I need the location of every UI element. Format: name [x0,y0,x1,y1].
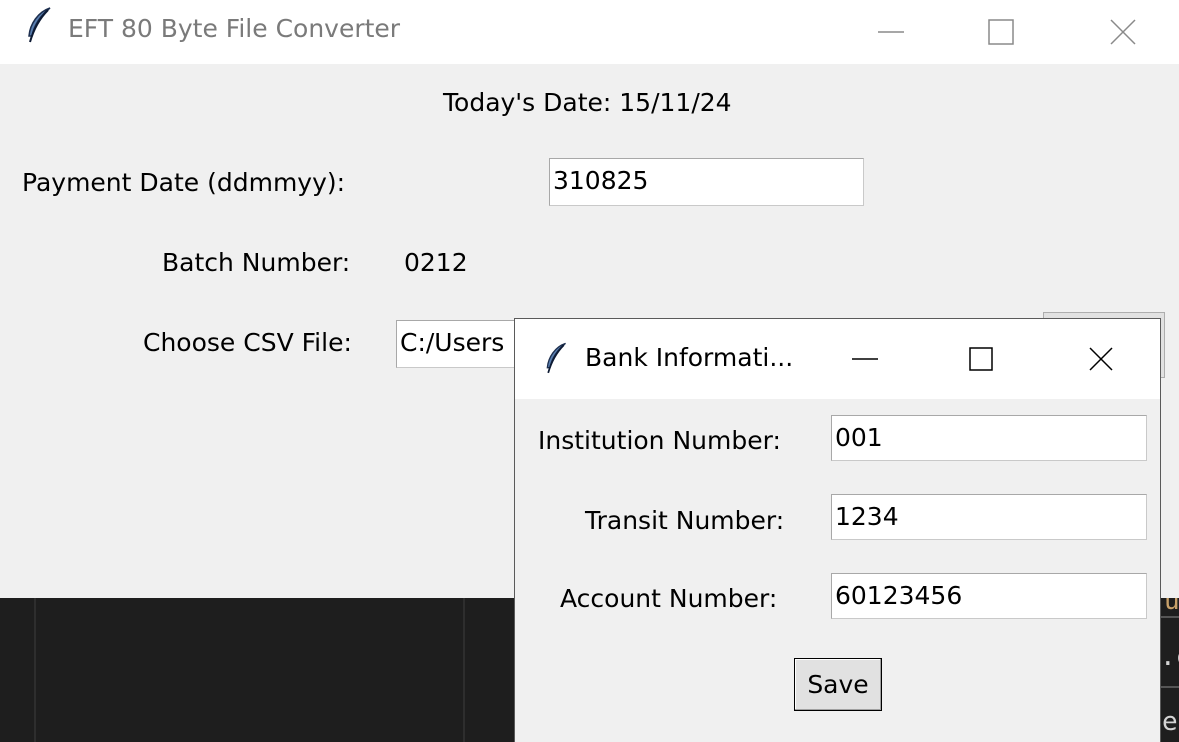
background-text-2: .c [1160,642,1179,672]
feather-icon [28,7,51,43]
maximize-icon [969,347,993,371]
maximize-button[interactable] [971,0,1031,64]
dialog-maximize-button[interactable] [951,327,1011,391]
dialog-close-button[interactable] [1071,327,1131,391]
minimize-icon [852,358,878,360]
minimize-icon [878,31,904,33]
feather-icon [546,342,566,374]
editor-gutter-line [34,598,36,742]
save-button[interactable]: Save [794,658,882,711]
close-button[interactable] [1093,0,1153,64]
maximize-icon [988,19,1014,45]
account-number-label: Account Number: [560,584,778,613]
account-number-field[interactable]: 60123456 [831,573,1147,619]
editor-row-divider [1160,686,1179,688]
window-title: EFT 80 Byte File Converter [68,14,401,43]
choose-csv-label: Choose CSV File: [143,328,352,357]
editor-panel-divider [463,598,465,742]
dialog-minimize-button[interactable] [835,327,895,391]
transit-number-label: Transit Number: [585,506,785,535]
background-text-3: et [1162,707,1179,737]
payment-date-field[interactable]: 310825 [549,158,864,206]
close-icon [1110,19,1136,45]
batch-number-label: Batch Number: [162,248,351,277]
close-icon [1089,347,1113,371]
todays-date-label: Today's Date: 15/11/24 [443,88,732,117]
main-titlebar[interactable]: EFT 80 Byte File Converter [0,0,1179,64]
dialog-title: Bank Informati... [585,343,794,372]
payment-date-label: Payment Date (ddmmyy): [22,168,346,197]
editor-row-divider [1160,616,1179,618]
bank-info-dialog: Bank Informati... Institution Number: 00… [514,318,1161,742]
institution-number-label: Institution Number: [538,426,781,455]
minimize-button[interactable] [861,0,921,64]
transit-number-field[interactable]: 1234 [831,494,1147,540]
batch-number-value: 0212 [404,248,468,277]
institution-number-field[interactable]: 001 [831,415,1147,461]
dialog-titlebar[interactable]: Bank Informati... [515,319,1160,399]
